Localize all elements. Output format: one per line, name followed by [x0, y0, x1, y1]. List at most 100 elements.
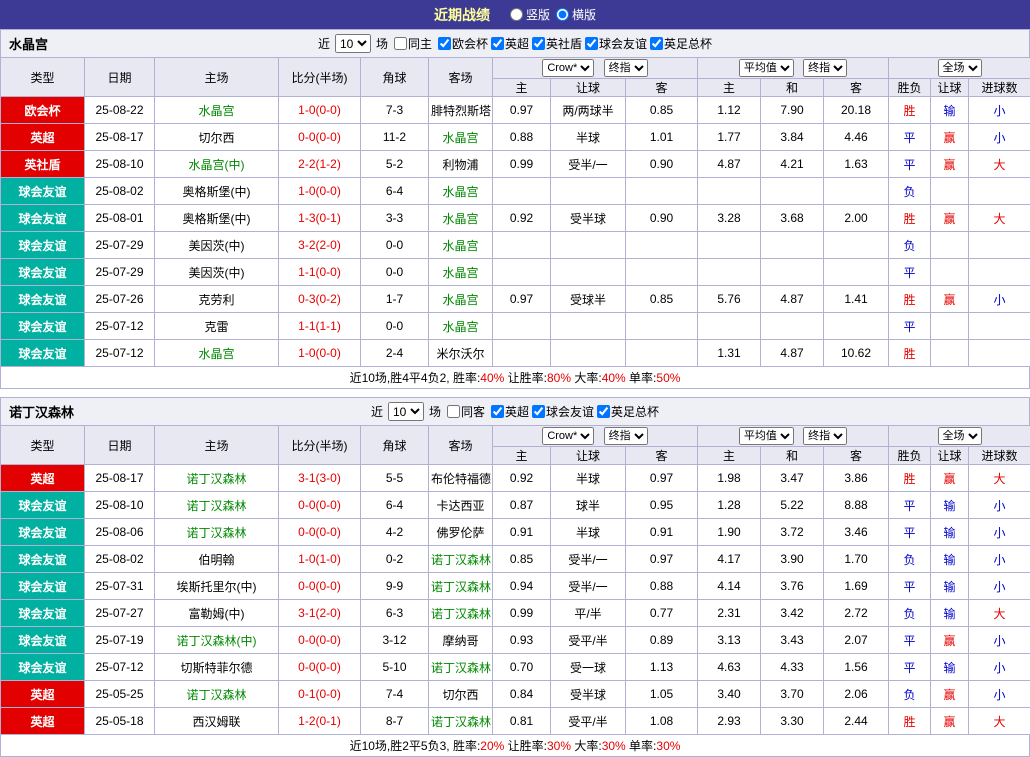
match-count-select[interactable]: 10: [335, 34, 371, 53]
match-date: 25-07-12: [85, 654, 155, 681]
same-venue-filter[interactable]: 同主: [391, 35, 432, 52]
result-goals: 大: [969, 600, 1030, 627]
league-filter[interactable]: 欧会杯: [435, 35, 488, 52]
scope-select[interactable]: 全场: [938, 59, 982, 77]
league-filters: 英超球会友谊英足总杯: [488, 403, 659, 421]
avg-time-select[interactable]: 终指: [803, 427, 847, 445]
avg-home: 3.28: [698, 205, 761, 232]
odds-handicap: 受半/一: [551, 546, 626, 573]
summary-text: 近10场,胜4平4负2, 胜率:40% 让胜率:80% 大率:40% 单率:50…: [350, 371, 681, 385]
match-type-badge: 球会友谊: [1, 286, 85, 313]
odds-home: 0.99: [493, 151, 551, 178]
league-checkbox[interactable]: [532, 37, 545, 50]
avg-select[interactable]: 平均值: [739, 427, 794, 445]
avg-away: 1.70: [824, 546, 889, 573]
corner-score: 6-3: [361, 600, 429, 627]
result-handicap: [931, 259, 969, 286]
result-handicap: 赢: [931, 205, 969, 232]
result-goals: 小: [969, 124, 1030, 151]
odds-handicap: 受球半: [551, 286, 626, 313]
same-venue-filter[interactable]: 同客: [444, 403, 485, 420]
match-date: 25-08-06: [85, 519, 155, 546]
match-count-select[interactable]: 10: [388, 402, 424, 421]
avg-home: [698, 313, 761, 340]
league-filter[interactable]: 球会友谊: [529, 403, 594, 420]
company-select[interactable]: Crow*: [542, 427, 594, 445]
layout-mode-radio[interactable]: [510, 8, 523, 21]
home-team: 伯明翰: [155, 546, 279, 573]
odds-home: 0.87: [493, 492, 551, 519]
odds-away: 1.08: [626, 708, 698, 735]
match-score: 1-0(1-0): [279, 546, 361, 573]
scope-select[interactable]: 全场: [938, 427, 982, 445]
league-checkbox[interactable]: [491, 405, 504, 418]
filter-bar: 水晶宫 近 10 场 同主 欧会杯英超英社盾球会友谊英足总杯: [0, 29, 1030, 57]
league-filter[interactable]: 英超: [488, 35, 529, 52]
result-goals: [969, 232, 1030, 259]
league-filter[interactable]: 球会友谊: [582, 35, 647, 52]
layout-mode-horizontal[interactable]: 横版: [556, 6, 596, 23]
odds-time-select[interactable]: 终指: [604, 59, 648, 77]
result-wdl: 平: [889, 573, 931, 600]
odds-time-select[interactable]: 终指: [604, 427, 648, 445]
games-label: 场: [429, 403, 441, 420]
result-handicap: [931, 340, 969, 367]
home-team: 水晶宫: [155, 340, 279, 367]
avg-home: 3.40: [698, 681, 761, 708]
result-handicap: 输: [931, 654, 969, 681]
avg-time-select[interactable]: 终指: [803, 59, 847, 77]
layout-mode-label: 横版: [572, 6, 596, 23]
layout-mode-radio[interactable]: [556, 8, 569, 21]
odds-home: 0.92: [493, 465, 551, 492]
league-checkbox[interactable]: [597, 405, 610, 418]
league-checkbox[interactable]: [438, 37, 451, 50]
same-venue-checkbox[interactable]: [447, 405, 460, 418]
corner-score: 3-3: [361, 205, 429, 232]
matches-table: 类型 日期 主场 比分(半场) 角球 客场 Crow* 终指 平均值 终指: [0, 57, 1030, 367]
league-checkbox[interactable]: [585, 37, 598, 50]
league-checkbox[interactable]: [491, 37, 504, 50]
result-handicap: 赢: [931, 151, 969, 178]
avg-away: 1.63: [824, 151, 889, 178]
match-type-badge: 英超: [1, 708, 85, 735]
result-wdl: 负: [889, 681, 931, 708]
league-checkbox[interactable]: [532, 405, 545, 418]
away-team: 水晶宫: [429, 232, 493, 259]
league-label: 欧会杯: [452, 35, 488, 52]
match-row: 球会友谊25-08-06诺丁汉森林0-0(0-0)4-2佛罗伦萨0.91半球0.…: [1, 519, 1030, 546]
avg-home: 4.17: [698, 546, 761, 573]
odds-header-cell: Crow* 终指: [493, 58, 698, 79]
corner-score: 1-7: [361, 286, 429, 313]
away-team: 切尔西: [429, 681, 493, 708]
match-date: 25-07-19: [85, 627, 155, 654]
col-header-date: 日期: [85, 58, 155, 97]
avg-draw: 3.47: [761, 465, 824, 492]
league-filter[interactable]: 英足总杯: [594, 403, 659, 420]
home-team: 诺丁汉森林: [155, 681, 279, 708]
result-wdl: 胜: [889, 708, 931, 735]
home-team: 奥格斯堡(中): [155, 178, 279, 205]
result-handicap: 赢: [931, 286, 969, 313]
layout-mode-vertical[interactable]: 竖版: [510, 6, 550, 23]
result-wdl: 平: [889, 151, 931, 178]
company-select[interactable]: Crow*: [542, 59, 594, 77]
same-venue-checkbox[interactable]: [394, 37, 407, 50]
odds-home: 0.92: [493, 205, 551, 232]
away-team: 水晶宫: [429, 178, 493, 205]
odds-handicap: 受一球: [551, 654, 626, 681]
league-filter[interactable]: 英社盾: [529, 35, 582, 52]
team-section: 水晶宫 近 10 场 同主 欧会杯英超英社盾球会友谊英足总杯: [0, 29, 1030, 389]
match-row: 球会友谊25-07-19诺丁汉森林(中)0-0(0-0)3-12摩纳哥0.93受…: [1, 627, 1030, 654]
avg-away: [824, 313, 889, 340]
corner-score: 6-4: [361, 492, 429, 519]
result-wdl: 胜: [889, 286, 931, 313]
result-handicap: [931, 178, 969, 205]
league-checkbox[interactable]: [650, 37, 663, 50]
avg-select[interactable]: 平均值: [739, 59, 794, 77]
avg-draw: 3.72: [761, 519, 824, 546]
corner-score: 7-4: [361, 681, 429, 708]
league-filter[interactable]: 英足总杯: [647, 35, 712, 52]
recent-results-page: 近期战绩 竖版 横版 水晶宫 近 10 场 同主 欧会杯英超英社盾球会友谊英足总…: [0, 0, 1030, 757]
league-filter[interactable]: 英超: [488, 403, 529, 420]
result-wdl: 负: [889, 600, 931, 627]
